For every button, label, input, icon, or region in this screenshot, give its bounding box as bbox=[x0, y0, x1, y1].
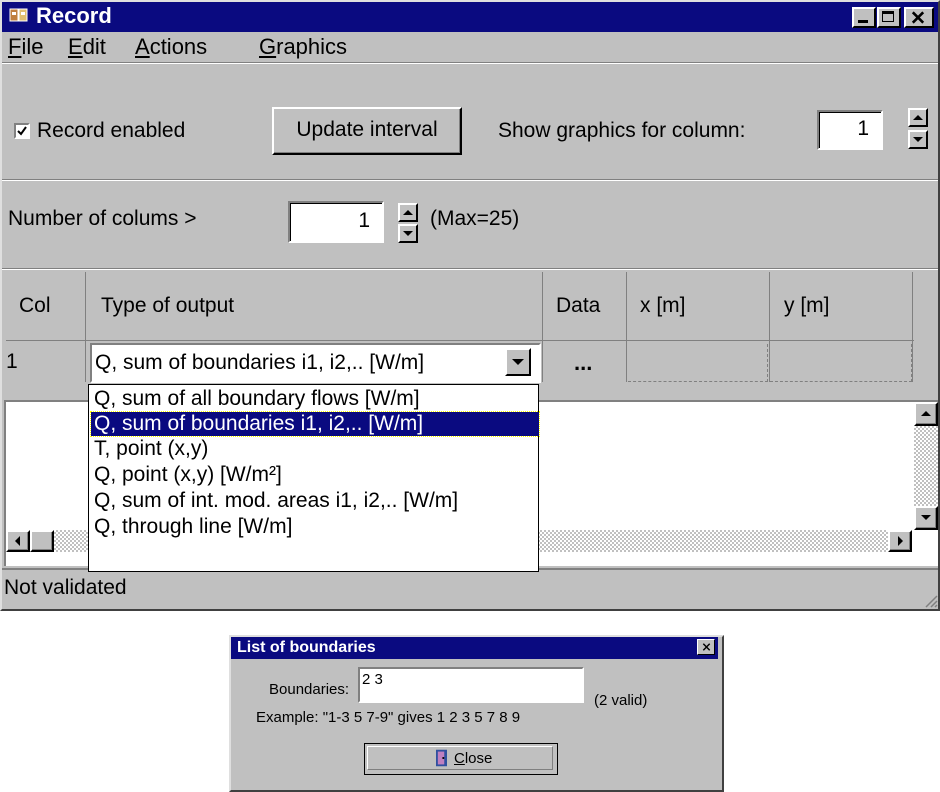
grid-divider bbox=[85, 272, 86, 382]
max-columns-label: (Max=25) bbox=[430, 207, 520, 230]
boundaries-label: Boundaries: bbox=[269, 681, 350, 698]
arrow-down-icon bbox=[913, 137, 923, 142]
arrow-right-icon bbox=[898, 536, 903, 546]
separator bbox=[2, 268, 938, 270]
window-title: Record bbox=[36, 3, 112, 28]
data-ellipsis-button[interactable]: ... bbox=[544, 346, 625, 380]
maximize-button[interactable] bbox=[877, 7, 901, 28]
dropdown-arrow-button[interactable] bbox=[505, 348, 531, 376]
valid-count-label: (2 valid) bbox=[594, 692, 648, 709]
scroll-thumb[interactable] bbox=[30, 530, 54, 552]
grid-divider bbox=[626, 272, 627, 382]
list-item[interactable]: Q, sum of all boundary flows [W/m] bbox=[91, 387, 539, 411]
list-item-selected[interactable]: Q, sum of boundaries i1, i2,.. [W/m] bbox=[90, 411, 540, 437]
arrow-left-icon bbox=[15, 536, 20, 546]
arrow-down-icon bbox=[921, 515, 931, 520]
status-text: Not validated bbox=[4, 576, 127, 599]
dialog-close-action-button[interactable]: Close bbox=[364, 743, 558, 775]
status-bar: Not validated bbox=[2, 568, 938, 608]
menu-edit[interactable]: Edit bbox=[68, 32, 106, 62]
header-y: y [m] bbox=[784, 294, 830, 317]
list-item[interactable]: Q, through line [W/m] bbox=[91, 515, 539, 539]
output-type-value: Q, sum of boundaries i1, i2,.. [W/m] bbox=[95, 351, 425, 374]
show-graphics-spin-up[interactable] bbox=[908, 108, 928, 127]
show-graphics-column-field[interactable]: 1 bbox=[817, 110, 883, 150]
scroll-right-button[interactable] bbox=[888, 530, 912, 552]
show-graphics-label: Show graphics for column: bbox=[498, 119, 746, 142]
columns-spin-up[interactable] bbox=[398, 203, 418, 222]
separator bbox=[2, 62, 938, 64]
update-interval-button[interactable]: Update interval bbox=[272, 107, 462, 155]
list-item[interactable]: Q, sum of int. mod. areas i1, i2,.. [W/m… bbox=[91, 489, 539, 513]
output-type-dropdown[interactable]: Q, sum of boundaries i1, i2,.. [W/m] bbox=[90, 343, 541, 383]
menu-actions[interactable]: Actions bbox=[135, 32, 207, 62]
scroll-up-button[interactable] bbox=[914, 402, 938, 426]
show-graphics-spin-down[interactable] bbox=[908, 130, 928, 149]
maximize-icon bbox=[882, 11, 894, 22]
dialog-title-bar[interactable]: List of boundaries bbox=[231, 637, 718, 659]
close-icon bbox=[911, 11, 925, 24]
example-text: Example: "1-3 5 7-9" gives 1 2 3 5 7 8 9 bbox=[256, 709, 521, 726]
list-of-boundaries-dialog: List of boundaries Boundaries: 2 3 (2 va… bbox=[229, 635, 724, 792]
arrow-up-icon bbox=[403, 210, 413, 215]
header-type-of-output: Type of output bbox=[101, 294, 235, 317]
columns-spin-down[interactable] bbox=[398, 224, 418, 243]
menu-file[interactable]: File bbox=[8, 32, 43, 62]
x-cell[interactable] bbox=[628, 344, 768, 382]
dialog-close-button[interactable] bbox=[697, 639, 715, 655]
list-item[interactable]: Q, point (x,y) [W/m²] bbox=[91, 463, 539, 487]
chevron-down-icon bbox=[512, 359, 524, 365]
header-col: Col bbox=[19, 294, 51, 317]
close-button[interactable] bbox=[904, 7, 934, 28]
number-of-columns-field[interactable]: 1 bbox=[288, 201, 384, 243]
arrow-up-icon bbox=[913, 115, 923, 120]
app-icon bbox=[9, 8, 28, 22]
arrow-down-icon bbox=[403, 231, 413, 236]
header-x: x [m] bbox=[640, 294, 686, 317]
separator bbox=[2, 179, 938, 181]
door-icon bbox=[436, 749, 447, 767]
grid-row-divider bbox=[6, 340, 914, 341]
list-item[interactable]: T, point (x,y) bbox=[91, 437, 539, 461]
record-window: Record File Edit Actions Graphics Record… bbox=[0, 0, 940, 611]
grid-divider bbox=[542, 272, 543, 382]
header-data: Data bbox=[556, 294, 601, 317]
dialog-title: List of boundaries bbox=[237, 639, 376, 656]
boundaries-input[interactable]: 2 3 bbox=[358, 667, 584, 703]
minimize-icon bbox=[858, 20, 868, 23]
menu-graphics[interactable]: Graphics bbox=[259, 32, 347, 62]
title-bar[interactable]: Record bbox=[2, 2, 938, 32]
scroll-down-button[interactable] bbox=[914, 506, 938, 530]
arrow-up-icon bbox=[921, 411, 931, 416]
row-col-number: 1 bbox=[6, 350, 18, 373]
checkmark-icon bbox=[17, 126, 27, 136]
record-enabled-label[interactable]: Record enabled bbox=[37, 117, 185, 145]
resize-grip-icon[interactable] bbox=[922, 592, 938, 608]
menu-bar: File Edit Actions Graphics bbox=[2, 32, 938, 62]
number-of-columns-label: Number of colums > bbox=[8, 207, 197, 230]
grid-divider bbox=[912, 272, 913, 382]
y-cell[interactable] bbox=[770, 344, 912, 382]
vertical-scrollbar[interactable] bbox=[914, 402, 938, 530]
minimize-button[interactable] bbox=[852, 7, 876, 28]
output-type-list[interactable]: Q, sum of all boundary flows [W/m] Q, su… bbox=[88, 384, 540, 572]
close-icon bbox=[702, 643, 711, 651]
grid-header: Col Type of output Data x [m] y [m] bbox=[6, 272, 914, 342]
record-enabled-checkbox[interactable] bbox=[14, 123, 30, 139]
scroll-left-button[interactable] bbox=[6, 530, 30, 552]
